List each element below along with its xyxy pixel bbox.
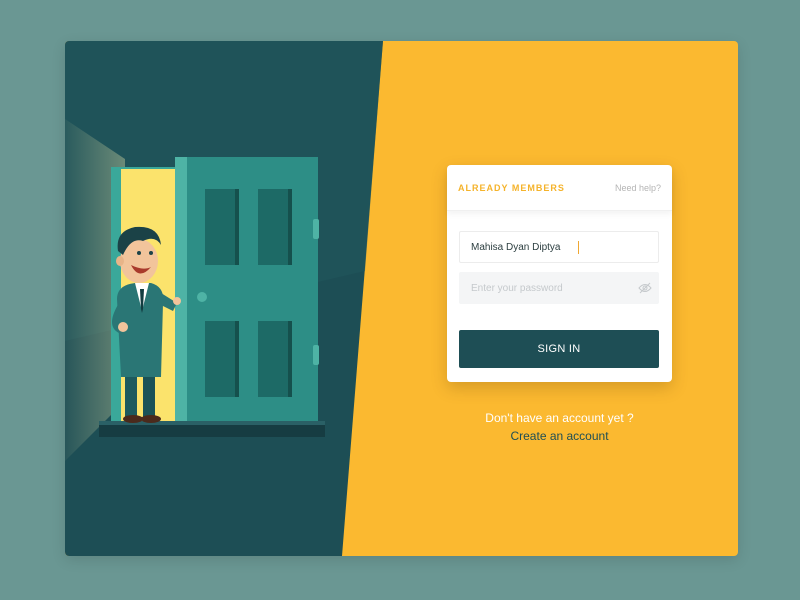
- login-header: ALREADY MEMBERS Need help?: [447, 165, 672, 211]
- text-cursor: [578, 241, 579, 254]
- password-field[interactable]: [459, 272, 659, 304]
- password-input[interactable]: [471, 282, 647, 294]
- need-help-link[interactable]: Need help?: [615, 183, 661, 193]
- login-card: ALREADY MEMBERS Need help? SIGN IN Don't…: [65, 41, 738, 556]
- username-input[interactable]: [471, 241, 647, 253]
- username-field[interactable]: [459, 231, 659, 263]
- login-title: ALREADY MEMBERS: [458, 182, 565, 193]
- signup-prompt: Don't have an account yet ?: [485, 411, 634, 425]
- signup-section: Don't have an account yet ? Create an ac…: [447, 409, 672, 445]
- create-account-link[interactable]: Create an account: [510, 427, 608, 445]
- login-form: ALREADY MEMBERS Need help? SIGN IN: [447, 165, 672, 382]
- door: [175, 157, 319, 423]
- eye-slash-icon[interactable]: [638, 282, 652, 294]
- door-knob: [197, 292, 207, 302]
- sign-in-button[interactable]: SIGN IN: [459, 330, 659, 368]
